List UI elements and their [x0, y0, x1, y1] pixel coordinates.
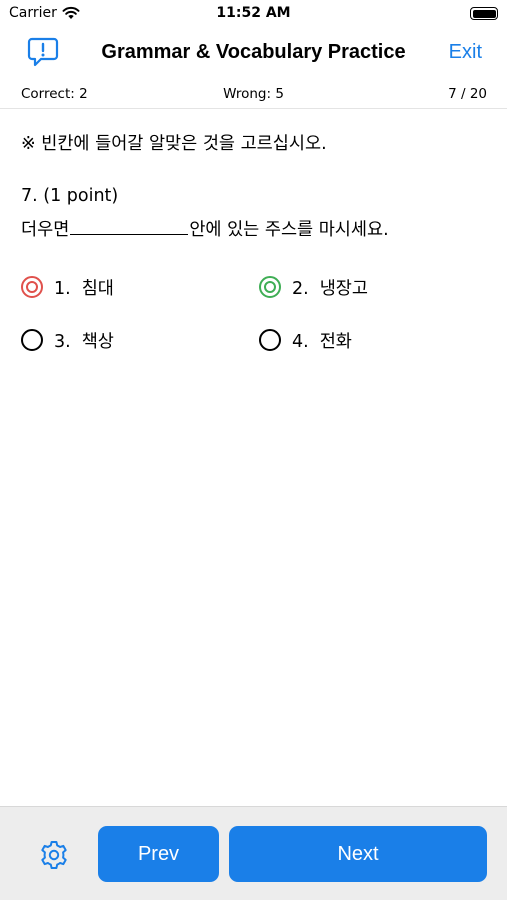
question-text-after: 안에 있는 주스를 마시세요. — [189, 220, 389, 240]
nav-bar: Grammar & Vocabulary Practice Exit — [0, 28, 507, 76]
status-bar: Carrier 11:52 AM — [0, 0, 507, 28]
option-number: 3. — [54, 331, 71, 352]
bottom-toolbar: Prev Next — [0, 806, 507, 900]
option-2[interactable]: 2. 냉장고 — [259, 272, 368, 302]
option-label: 책상 — [81, 331, 114, 352]
status-time: 11:52 AM — [216, 5, 291, 21]
wrong-count: Wrong: 5 — [223, 86, 284, 102]
answer-blank — [70, 217, 189, 235]
battery-icon — [470, 7, 498, 20]
option-3[interactable]: 3. 책상 — [21, 325, 114, 355]
score-bar: Correct: 2 Wrong: 5 7 / 20 — [0, 84, 507, 109]
exit-button[interactable]: Exit — [449, 41, 482, 64]
option-1[interactable]: 1. 침대 — [21, 272, 114, 302]
option-label: 전화 — [319, 331, 352, 352]
question-text-before: 더우면 — [21, 220, 70, 240]
option-number: 4. — [292, 331, 309, 352]
question-text: 더우면 안에 있는 주스를 마시세요. — [21, 216, 389, 241]
question-instruction: ※ 빈칸에 들어갈 알맞은 것을 고르십시오. — [21, 134, 327, 154]
option-number: 1. — [54, 278, 71, 299]
prev-button[interactable]: Prev — [98, 826, 219, 882]
radio-wrong-selected-icon[interactable] — [21, 276, 43, 298]
option-4[interactable]: 4. 전화 — [259, 325, 352, 355]
next-button[interactable]: Next — [229, 826, 487, 882]
question-number: 7. (1 point) — [21, 186, 119, 206]
gear-icon[interactable] — [38, 839, 70, 871]
radio-correct-icon[interactable] — [259, 276, 281, 298]
page-title: Grammar & Vocabulary Practice — [101, 41, 406, 63]
option-number: 2. — [292, 278, 309, 299]
option-label: 냉장고 — [319, 278, 369, 299]
option-label: 침대 — [81, 278, 114, 299]
question-progress: 7 / 20 — [448, 86, 487, 102]
radio-empty-icon[interactable] — [21, 329, 43, 351]
radio-empty-icon[interactable] — [259, 329, 281, 351]
